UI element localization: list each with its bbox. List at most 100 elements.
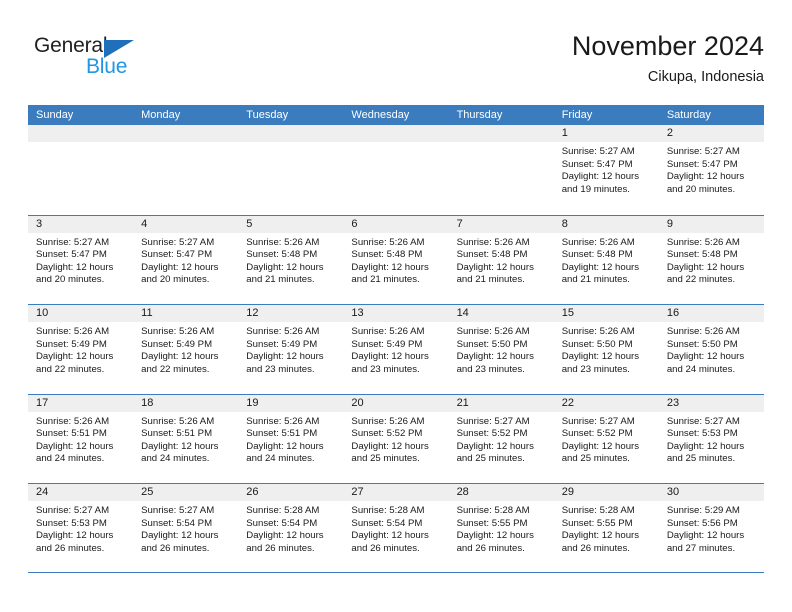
calendar-day-cell[interactable]: 2 Sunrise: 5:27 AM Sunset: 5:47 PM Daylight… — [658, 125, 764, 215]
calendar-week-row: 24 Sunrise: 5:27 AM Sunset: 5:53 PM Dayligh… — [28, 483, 764, 573]
calendar-day-details: Sunrise: 5:27 AM Sunset: 5:47 PM Daylight:… — [133, 233, 238, 287]
sunset-time: Sunset: 5:51 PM — [141, 428, 213, 440]
calendar-day-cell[interactable]: 24 Sunrise: 5:27 AM Sunset: 5:53 PM Dayligh… — [28, 484, 134, 572]
daylight-duration-line-1: Daylight: 12 hours — [561, 261, 640, 273]
calendar-day-cell[interactable]: 18 Sunrise: 5:26 AM Sunset: 5:51 PM Dayligh… — [133, 394, 239, 483]
calendar-day-cell[interactable]: 12 Sunrise: 5:26 AM Sunset: 5:49 PM Dayligh… — [238, 305, 344, 394]
calendar-day-details: Sunrise: 5:26 AM Sunset: 5:51 PM Daylight:… — [238, 412, 343, 466]
calendar-day-cell[interactable]: 29 Sunrise: 5:28 AM Sunset: 5:55 PM Dayligh… — [553, 484, 659, 572]
calendar-day-number: 25 — [133, 484, 239, 501]
calendar-day-details: Sunrise: 5:29 AM Sunset: 5:56 PM Daylight:… — [659, 501, 764, 555]
calendar-day-number: 20 — [343, 394, 449, 412]
calendar-day-details: Sunrise: 5:26 AM Sunset: 5:48 PM Daylight:… — [554, 233, 659, 287]
calendar-day-details: Sunrise: 5:26 AM Sunset: 5:50 PM Daylight:… — [659, 322, 764, 376]
calendar-day-cell[interactable]: 19 Sunrise: 5:26 AM Sunset: 5:51 PM Dayligh… — [238, 394, 344, 483]
sunset-time: Sunset: 5:49 PM — [351, 338, 423, 350]
calendar-day-cell[interactable]: 25 Sunrise: 5:27 AM Sunset: 5:54 PM Dayligh… — [133, 484, 239, 572]
sunset-time: Sunset: 5:49 PM — [141, 338, 213, 350]
sunset-time: Sunset: 5:55 PM — [561, 517, 633, 529]
daylight-duration-line-2: and 22 minutes. — [666, 274, 736, 286]
calendar-day-cell[interactable]: 6 Sunrise: 5:26 AM Sunset: 5:48 PM Daylight… — [343, 215, 449, 304]
daylight-duration-line-2: and 24 minutes. — [141, 453, 210, 465]
calendar-day-cell[interactable]: 23 Sunrise: 5:27 AM Sunset: 5:53 PM Dayligh… — [658, 394, 764, 483]
calendar-page: General Blue November 2024 Cikupa, Indon… — [0, 0, 792, 612]
sunrise-time: Sunrise: 5:27 AM — [561, 146, 635, 157]
daylight-duration-line-2: and 22 minutes. — [141, 363, 210, 375]
sunrise-time: Sunrise: 5:26 AM — [666, 326, 740, 337]
calendar-day-cell[interactable]: 13 Sunrise: 5:26 AM Sunset: 5:49 PM Dayligh… — [343, 305, 449, 394]
calendar-day-cell[interactable]: 16 Sunrise: 5:26 AM Sunset: 5:50 PM Dayligh… — [658, 305, 764, 394]
sunrise-time: Sunrise: 5:27 AM — [36, 505, 110, 516]
calendar-day-number: 22 — [553, 394, 659, 412]
daylight-duration-line-1: Daylight: 12 hours — [36, 351, 114, 363]
calendar-day-cell[interactable]: 4 Sunrise: 5:27 AM Sunset: 5:47 PM Daylight… — [133, 215, 239, 304]
calendar-day-details: Sunrise: 5:27 AM Sunset: 5:53 PM Daylight:… — [659, 412, 764, 466]
calendar-day-number: 12 — [238, 305, 344, 322]
daylight-duration-line-2: and 23 minutes. — [246, 363, 315, 375]
calendar-day-cell[interactable]: 28 Sunrise: 5:28 AM Sunset: 5:55 PM Dayligh… — [448, 484, 554, 572]
sunrise-time: Sunrise: 5:28 AM — [351, 505, 425, 516]
calendar-day-cell[interactable]: 11 Sunrise: 5:26 AM Sunset: 5:49 PM Dayligh… — [133, 305, 239, 394]
sunset-time: Sunset: 5:49 PM — [246, 338, 318, 350]
calendar-day-number: 17 — [28, 394, 134, 412]
daylight-duration-line-2: and 26 minutes. — [456, 542, 525, 554]
calendar-day-cell-empty — [28, 125, 134, 215]
daylight-duration-line-1: Daylight: 12 hours — [561, 530, 640, 542]
sunrise-time: Sunrise: 5:26 AM — [351, 326, 425, 337]
calendar-day-cell[interactable]: 10 Sunrise: 5:26 AM Sunset: 5:49 PM Dayligh… — [28, 305, 134, 394]
daylight-duration-line-2: and 23 minutes. — [351, 363, 420, 375]
sunrise-time: Sunrise: 5:26 AM — [666, 236, 740, 248]
calendar-day-number: 28 — [448, 484, 554, 501]
sunrise-time: Sunrise: 5:26 AM — [36, 326, 110, 337]
calendar-day-cell[interactable]: 30 Sunrise: 5:29 AM Sunset: 5:56 PM Dayligh… — [658, 484, 764, 572]
sunrise-time: Sunrise: 5:26 AM — [141, 326, 215, 337]
calendar-day-details: Sunrise: 5:26 AM Sunset: 5:50 PM Daylight:… — [449, 322, 554, 376]
sunrise-time: Sunrise: 5:27 AM — [141, 505, 215, 516]
calendar-day-details: Sunrise: 5:26 AM Sunset: 5:49 PM Daylight:… — [28, 322, 133, 376]
daylight-duration-line-1: Daylight: 12 hours — [666, 530, 745, 542]
calendar-day-number: 6 — [343, 215, 449, 233]
daylight-duration-line-1: Daylight: 12 hours — [141, 261, 219, 273]
calendar-day-cell[interactable]: 7 Sunrise: 5:26 AM Sunset: 5:48 PM Daylight… — [448, 215, 554, 304]
calendar-day-details: Sunrise: 5:27 AM Sunset: 5:54 PM Daylight:… — [133, 501, 238, 555]
sunrise-time: Sunrise: 5:28 AM — [246, 505, 320, 516]
sunset-time: Sunset: 5:52 PM — [561, 428, 633, 440]
sunrise-time: Sunrise: 5:26 AM — [246, 415, 320, 427]
calendar-day-cell[interactable]: 5 Sunrise: 5:26 AM Sunset: 5:48 PM Daylight… — [238, 215, 344, 304]
calendar-day-number — [448, 125, 554, 142]
calendar-day-number — [28, 125, 134, 142]
calendar-day-number: 15 — [553, 305, 659, 322]
sunset-time: Sunset: 5:50 PM — [456, 338, 528, 350]
calendar-day-cell[interactable]: 26 Sunrise: 5:28 AM Sunset: 5:54 PM Dayligh… — [238, 484, 344, 572]
sunrise-time: Sunrise: 5:27 AM — [36, 236, 110, 248]
calendar-day-cell[interactable]: 8 Sunrise: 5:26 AM Sunset: 5:48 PM Daylight… — [553, 215, 659, 304]
calendar-day-cell[interactable]: 21 Sunrise: 5:27 AM Sunset: 5:52 PM Dayligh… — [448, 394, 554, 483]
sunrise-time: Sunrise: 5:27 AM — [561, 415, 635, 427]
sunset-time: Sunset: 5:48 PM — [561, 249, 633, 261]
calendar-day-cell[interactable]: 14 Sunrise: 5:26 AM Sunset: 5:50 PM Dayligh… — [448, 305, 554, 394]
calendar-day-cell-empty — [343, 125, 449, 215]
calendar-day-cell[interactable]: 9 Sunrise: 5:26 AM Sunset: 5:48 PM Daylight… — [658, 215, 764, 304]
calendar-day-cell[interactable]: 27 Sunrise: 5:28 AM Sunset: 5:54 PM Dayligh… — [343, 484, 449, 572]
calendar-day-cell[interactable]: 22 Sunrise: 5:27 AM Sunset: 5:52 PM Dayligh… — [553, 394, 659, 483]
sunrise-time: Sunrise: 5:27 AM — [666, 146, 740, 157]
general-blue-logo[interactable]: General Blue — [28, 34, 158, 86]
calendar-day-cell[interactable]: 15 Sunrise: 5:26 AM Sunset: 5:50 PM Dayligh… — [553, 305, 659, 394]
calendar-day-details: Sunrise: 5:26 AM Sunset: 5:48 PM Daylight:… — [449, 233, 554, 287]
calendar-week-row: 17 Sunrise: 5:26 AM Sunset: 5:51 PM Dayligh… — [28, 393, 764, 483]
daylight-duration-line-2: and 21 minutes. — [456, 274, 525, 286]
daylight-duration-line-1: Daylight: 12 hours — [141, 351, 219, 363]
sunset-time: Sunset: 5:51 PM — [246, 428, 318, 440]
calendar-day-number: 30 — [658, 484, 764, 501]
weekday-header-saturday: Saturday — [666, 109, 711, 121]
calendar-day-cell[interactable]: 3 Sunrise: 5:27 AM Sunset: 5:47 PM Daylight… — [28, 215, 134, 304]
calendar-day-number — [133, 125, 239, 142]
sunrise-time: Sunrise: 5:26 AM — [456, 326, 530, 337]
calendar-day-cell[interactable]: 17 Sunrise: 5:26 AM Sunset: 5:51 PM Dayligh… — [28, 394, 134, 483]
calendar-day-number: 10 — [28, 305, 134, 322]
calendar-day-cell[interactable]: 20 Sunrise: 5:26 AM Sunset: 5:52 PM Dayligh… — [343, 394, 449, 483]
calendar-day-details: Sunrise: 5:27 AM Sunset: 5:52 PM Daylight:… — [554, 412, 659, 466]
calendar-day-cell[interactable]: 1 Sunrise: 5:27 AM Sunset: 5:47 PM Daylight… — [553, 125, 659, 215]
calendar-day-details: Sunrise: 5:28 AM Sunset: 5:54 PM Daylight:… — [238, 501, 343, 555]
daylight-duration-line-2: and 20 minutes. — [36, 274, 105, 286]
